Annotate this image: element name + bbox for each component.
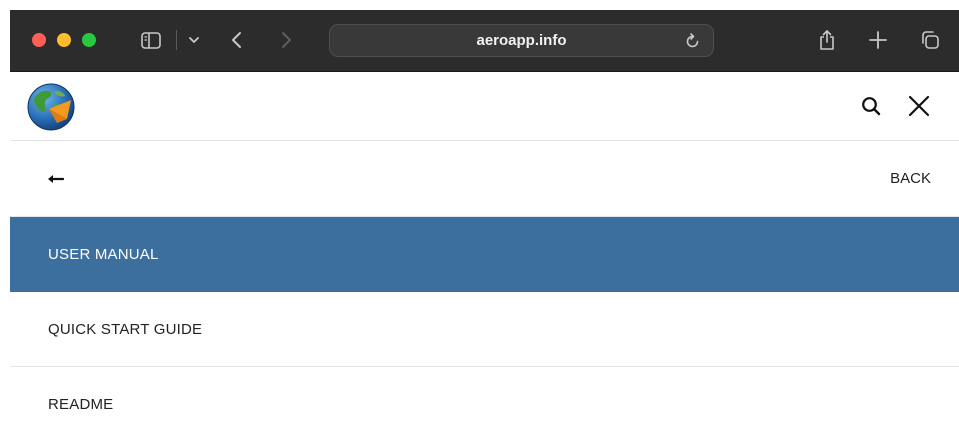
forward-icon[interactable] bbox=[276, 26, 296, 54]
menu-item-label: USER MANUAL bbox=[48, 246, 159, 263]
address-bar[interactable]: aeroapp.info bbox=[329, 24, 714, 57]
new-tab-icon[interactable] bbox=[867, 26, 889, 54]
back-label[interactable]: BACK bbox=[890, 170, 931, 187]
minimize-window-button[interactable] bbox=[57, 33, 71, 47]
arrow-left-icon[interactable] bbox=[48, 172, 65, 190]
site-header bbox=[10, 72, 959, 141]
search-icon[interactable] bbox=[855, 90, 887, 122]
menu-item-label: README bbox=[48, 396, 114, 413]
browser-window: aeroapp.info BACK USER MANUAL QUICK STAR… bbox=[10, 10, 959, 435]
menu-item-readme[interactable]: README bbox=[10, 367, 959, 435]
tabs-overview-icon[interactable] bbox=[918, 26, 942, 54]
close-window-button[interactable] bbox=[32, 33, 46, 47]
share-icon[interactable] bbox=[816, 26, 838, 54]
url-text: aeroapp.info bbox=[476, 32, 567, 49]
close-icon[interactable] bbox=[903, 90, 935, 122]
back-icon[interactable] bbox=[226, 26, 246, 54]
chevron-down-icon[interactable] bbox=[186, 26, 202, 54]
toolbar-divider bbox=[176, 30, 177, 50]
menu-item-label: QUICK START GUIDE bbox=[48, 320, 203, 338]
menu-item-quick-start-guide[interactable]: QUICK START GUIDE bbox=[10, 292, 959, 367]
globe-logo[interactable] bbox=[27, 83, 75, 136]
back-row[interactable]: BACK bbox=[10, 141, 959, 217]
browser-toolbar: aeroapp.info bbox=[10, 10, 959, 72]
sidebar-icon[interactable] bbox=[138, 26, 164, 54]
zoom-window-button[interactable] bbox=[82, 33, 96, 47]
menu-item-user-manual[interactable]: USER MANUAL bbox=[10, 217, 959, 292]
reload-icon[interactable] bbox=[685, 32, 701, 55]
